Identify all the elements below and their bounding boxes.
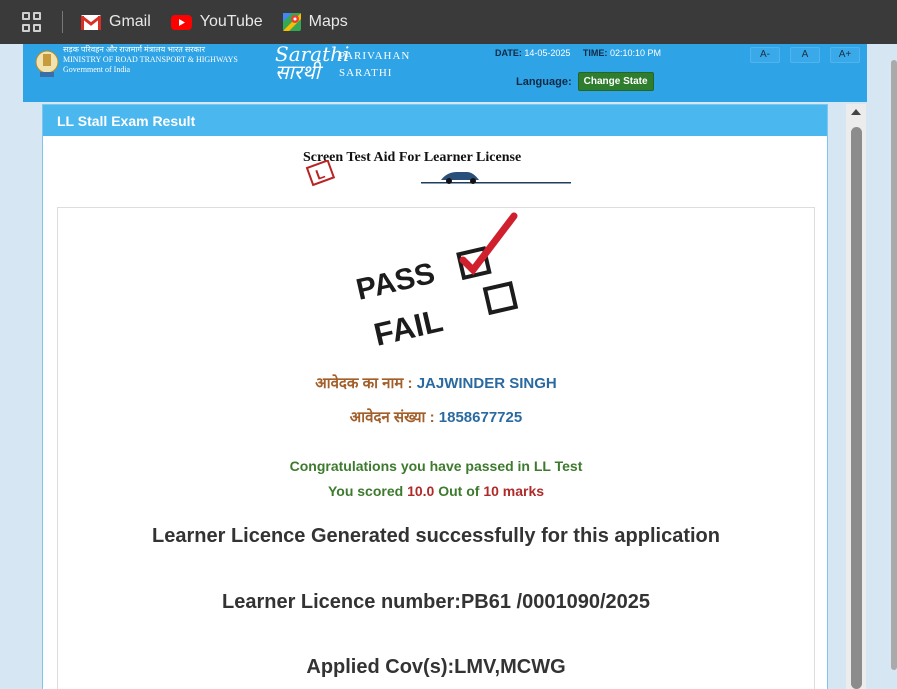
application-label: आवेदन संख्या : — [349, 409, 435, 426]
learner-car-logo-icon: L — [305, 160, 571, 187]
bookmark-youtube[interactable]: YouTube — [170, 13, 263, 31]
fail-text: FAIL — [370, 302, 446, 348]
font-size-controls: A- A A+ — [750, 47, 860, 63]
scroll-up-arrow-icon[interactable] — [851, 109, 861, 115]
scrollbar-thumb[interactable] — [851, 127, 862, 689]
pass-text: PASS — [353, 257, 438, 307]
score-mid: Out of — [438, 483, 480, 499]
font-increase-button[interactable]: A+ — [830, 47, 860, 63]
score-value: 10.0 — [407, 483, 435, 499]
applicant-name: JAJWINDER SINGH — [416, 375, 557, 392]
score-total: 10 marks — [483, 483, 545, 499]
bookmark-youtube-label: YouTube — [199, 13, 263, 30]
result-box: PASS FAIL आवेदक का नाम : JAJWINDER SINGH… — [57, 207, 815, 689]
licence-generated-message: Learner Licence Generated successfully f… — [152, 525, 720, 547]
site-header: सड़क परिवहन और राजमार्ग मंत्रालय भारत सर… — [23, 44, 867, 102]
language-label: Language: — [516, 75, 572, 88]
ministry-line2: Government of India — [63, 65, 131, 74]
bookmarks-bar: Gmail YouTube Maps — [0, 0, 897, 44]
date-label: DATE: — [495, 48, 522, 58]
licence-number: Learner Licence number:PB61 /0001090/202… — [221, 591, 651, 613]
font-decrease-button[interactable]: A- — [750, 47, 780, 63]
time-label: TIME: — [582, 48, 608, 58]
ministry-line1: MINISTRY OF ROAD TRANSPORT & HIGHWAYS — [63, 55, 238, 64]
bookmark-maps[interactable]: Maps — [282, 13, 348, 31]
ministry-text: सड़क परिवहन और राजमार्ग मंत्रालय भारत सर… — [63, 45, 238, 75]
bookmarks-separator — [62, 11, 63, 33]
bookmark-maps-label: Maps — [308, 13, 348, 30]
score-prefix: You scored — [327, 483, 404, 499]
applicant-label: आवेदक का नाम : — [315, 375, 413, 392]
parivahan-sarathi-text: PARIVAHAN SARATHI — [339, 48, 410, 82]
panel-scrollbar[interactable] — [846, 104, 866, 689]
result-panel: LL Stall Exam Result Screen Test Aid For… — [42, 104, 828, 689]
ministry-hindi: सड़क परिवहन और राजमार्ग मंत्रालय भारत सर… — [63, 45, 205, 54]
maps-icon — [282, 13, 301, 31]
sarathi-label: SARATHI — [339, 67, 393, 79]
bookmark-gmail[interactable]: Gmail — [81, 13, 151, 31]
language-row: Language: Change State — [516, 72, 654, 91]
parivahan-label: PARIVAHAN — [339, 50, 411, 62]
date-value: 14-05-2025 — [524, 48, 571, 58]
gmail-icon — [81, 14, 101, 30]
applied-cov: Applied Cov(s):LMV,MCWG — [306, 656, 566, 678]
application-number-row: आवेदन संख्या : 1858677725 — [58, 407, 814, 427]
pass-fail-graphic: PASS FAIL — [353, 212, 519, 348]
change-state-button[interactable]: Change State — [577, 72, 654, 91]
panel-title: LL Stall Exam Result — [43, 105, 827, 136]
time-value: 02:10:10 PM — [609, 48, 661, 58]
application-number: 1858677725 — [438, 409, 523, 426]
youtube-icon — [170, 14, 192, 30]
font-normal-button[interactable]: A — [790, 47, 820, 63]
score-message: You scored 10.0 Out of 10 marks — [58, 483, 814, 499]
applicant-name-row: आवेदक का नाम : JAJWINDER SINGH — [58, 373, 814, 393]
page-scrollbar-thumb[interactable] — [891, 60, 897, 670]
date-time: DATE: 14-05-2025 TIME: 02:10:10 PM — [495, 48, 671, 58]
apps-grid-icon[interactable] — [22, 12, 42, 32]
bookmark-gmail-label: Gmail — [109, 13, 151, 30]
national-emblem-icon — [35, 50, 59, 77]
congratulations-message: Congratulations you have passed in LL Te… — [289, 458, 583, 474]
